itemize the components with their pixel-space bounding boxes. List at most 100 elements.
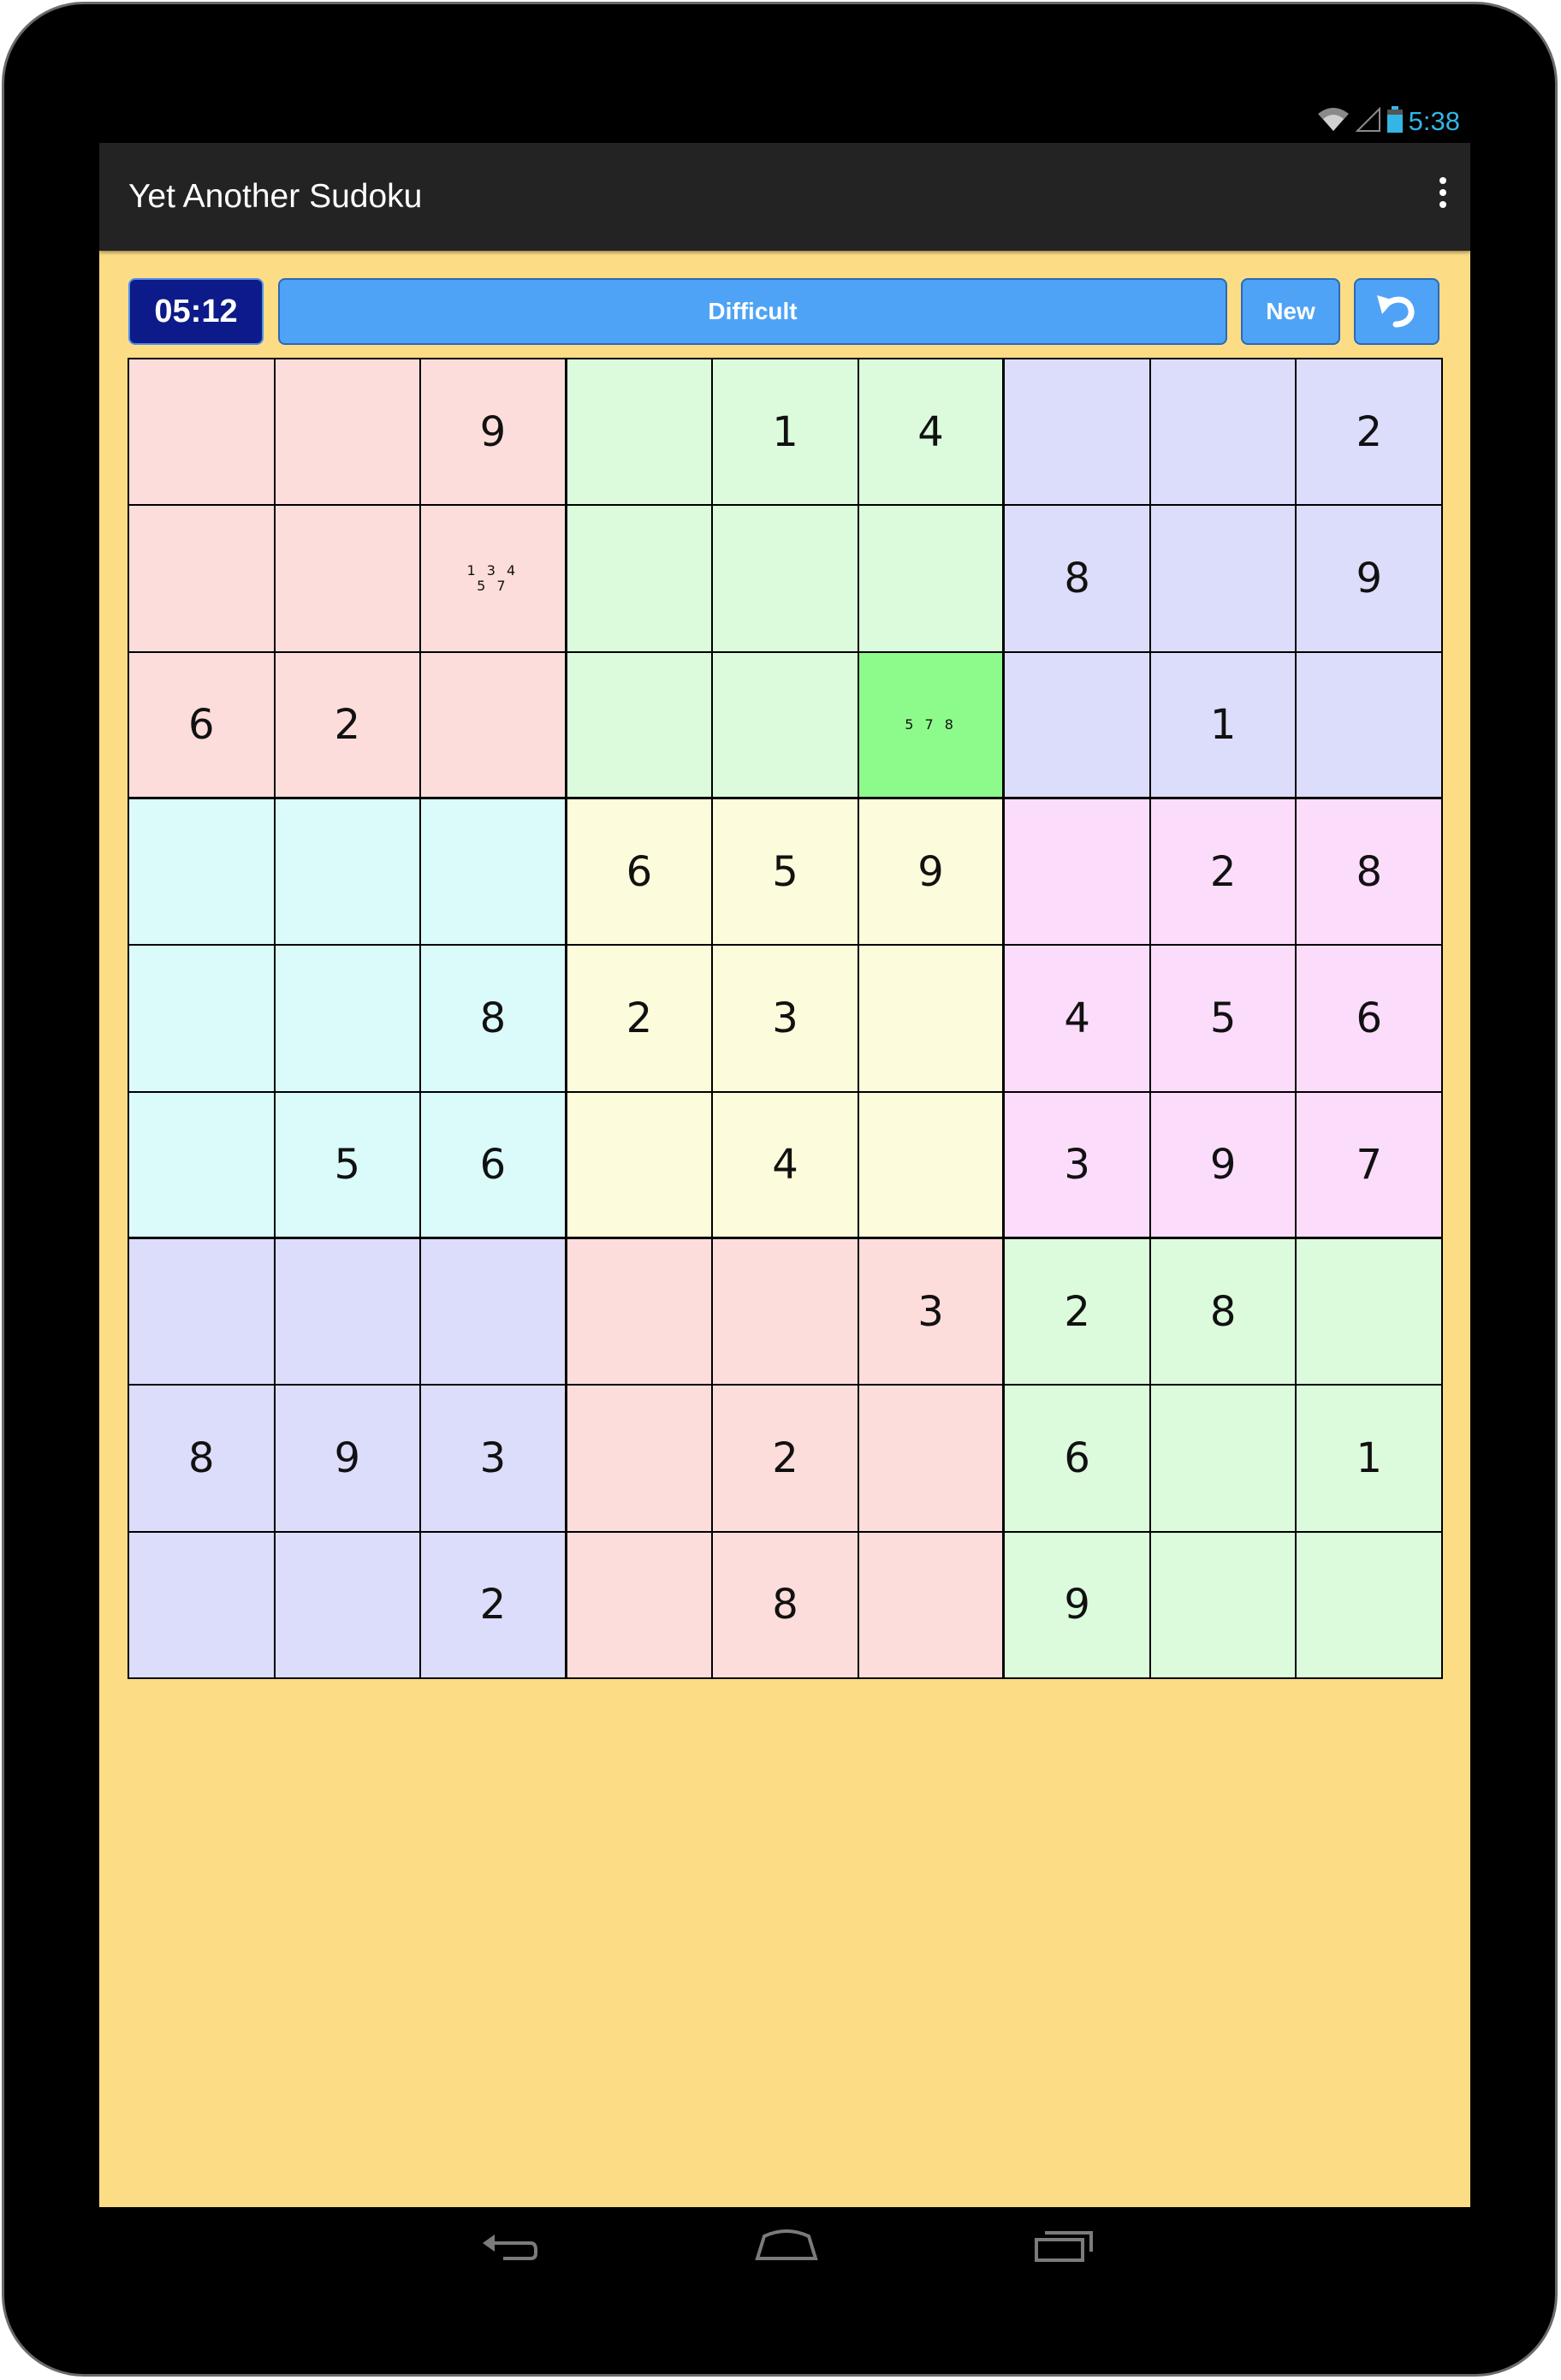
home-icon[interactable] (754, 2224, 819, 2271)
sudoku-cell[interactable]: 1 (712, 359, 858, 506)
sudoku-cell[interactable]: 8 (712, 1531, 858, 1678)
sudoku-cell[interactable]: 6 (128, 651, 275, 798)
sudoku-cell[interactable] (566, 1091, 713, 1238)
sudoku-cell[interactable] (858, 1091, 1005, 1238)
sudoku-cell[interactable]: 3 (712, 945, 858, 1092)
sudoku-cell[interactable] (274, 1237, 421, 1386)
sudoku-cell[interactable] (1149, 1385, 1297, 1532)
sudoku-cell[interactable]: 8 (1149, 1237, 1297, 1386)
sudoku-cell[interactable] (128, 798, 275, 946)
sudoku-cell[interactable]: 8 (128, 1385, 275, 1532)
new-game-button[interactable]: New (1241, 278, 1340, 345)
sudoku-cell[interactable] (566, 1531, 713, 1678)
sudoku-cell[interactable]: 2 (1296, 359, 1442, 506)
cell-value: 8 (1064, 554, 1090, 602)
sudoku-cell[interactable]: 1 (1296, 1385, 1442, 1532)
sudoku-cell[interactable] (1149, 1531, 1297, 1678)
sudoku-cell[interactable]: 3 (1004, 1091, 1150, 1238)
sudoku-cell[interactable] (128, 945, 275, 1092)
back-arrow-icon[interactable] (479, 2224, 539, 2271)
sudoku-cell[interactable]: 4 (858, 359, 1005, 506)
sudoku-cell[interactable]: 7 (1296, 1091, 1442, 1238)
sudoku-cell[interactable]: 8 (420, 945, 567, 1092)
undo-button[interactable] (1354, 278, 1439, 345)
difficulty-button[interactable]: Difficult (278, 278, 1227, 345)
sudoku-cell[interactable] (858, 1385, 1005, 1532)
sudoku-cell[interactable] (712, 651, 858, 798)
sudoku-cell[interactable] (128, 1531, 275, 1678)
sudoku-cell[interactable] (566, 651, 713, 798)
sudoku-cell[interactable] (128, 1237, 275, 1386)
sudoku-cell[interactable]: 1 (1149, 651, 1297, 798)
sudoku-cell[interactable]: 2 (566, 945, 713, 1092)
sudoku-cell[interactable] (1004, 798, 1150, 946)
cell-value: 3 (1064, 1140, 1090, 1189)
sudoku-cell[interactable] (274, 798, 421, 946)
sudoku-cell[interactable]: 9 (1004, 1531, 1150, 1678)
sudoku-cell[interactable]: 9 (858, 798, 1005, 946)
sudoku-cell[interactable] (1149, 505, 1297, 652)
sudoku-cell[interactable]: 8 (1004, 505, 1150, 652)
sudoku-cell[interactable] (274, 945, 421, 1092)
sudoku-cell[interactable] (1296, 1531, 1442, 1678)
sudoku-cell[interactable]: 9 (420, 359, 567, 506)
sudoku-cell[interactable]: 2 (712, 1385, 858, 1532)
recent-apps-icon[interactable] (1033, 2224, 1098, 2271)
sudoku-cell[interactable]: 4 (712, 1091, 858, 1238)
timer-display: 05:12 (128, 278, 264, 345)
sudoku-cell[interactable] (858, 945, 1005, 1092)
sudoku-cell[interactable] (128, 1091, 275, 1238)
sudoku-cell[interactable] (1004, 359, 1150, 506)
sudoku-cell[interactable] (712, 505, 858, 652)
sudoku-cell[interactable]: 9 (1149, 1091, 1297, 1238)
overflow-menu-icon[interactable] (1434, 174, 1451, 220)
sudoku-cell[interactable]: 6 (566, 798, 713, 946)
sudoku-cell[interactable] (274, 1531, 421, 1678)
sudoku-cell[interactable] (566, 359, 713, 506)
sudoku-cell[interactable] (420, 1237, 567, 1386)
sudoku-cell[interactable]: 5 (1149, 945, 1297, 1092)
sudoku-cell[interactable] (420, 798, 567, 946)
sudoku-cell[interactable]: 5 (274, 1091, 421, 1238)
sudoku-cell[interactable]: 5 7 8 (858, 651, 1005, 798)
sudoku-cell[interactable]: 3 (858, 1237, 1005, 1386)
sudoku-cell[interactable]: 2 (420, 1531, 567, 1678)
cell-value: 6 (1064, 1433, 1090, 1482)
sudoku-cell[interactable]: 9 (1296, 505, 1442, 652)
sudoku-cell[interactable] (420, 651, 567, 798)
sudoku-cell[interactable] (566, 1385, 713, 1532)
sudoku-cell[interactable]: 3 (420, 1385, 567, 1532)
cell-value: 2 (1356, 407, 1382, 456)
cell-value: 6 (1356, 994, 1382, 1042)
sudoku-grid: 9 1 4 2 1 3 4 5 7 8 9 6 2 5 7 8 1 6 5 9 2 8 8 2 3 4 5 6 5 6 4 3 9 7… (128, 358, 1443, 1679)
sudoku-cell[interactable]: 6 (1296, 945, 1442, 1092)
sudoku-cell[interactable]: 2 (1149, 798, 1297, 946)
sudoku-cell[interactable] (1296, 1237, 1442, 1386)
sudoku-cell[interactable]: 6 (420, 1091, 567, 1238)
sudoku-cell[interactable] (274, 359, 421, 506)
sudoku-cell[interactable]: 2 (274, 651, 421, 798)
sudoku-cell[interactable]: 9 (274, 1385, 421, 1532)
sudoku-cell[interactable] (274, 505, 421, 652)
sudoku-cell[interactable]: 4 (1004, 945, 1150, 1092)
cell-value: 6 (626, 847, 653, 896)
sudoku-cell[interactable] (566, 505, 713, 652)
sudoku-cell[interactable] (1004, 651, 1150, 798)
cell-value: 8 (479, 994, 507, 1042)
sudoku-cell[interactable] (1149, 359, 1297, 506)
sudoku-cell[interactable]: 8 (1296, 798, 1442, 946)
sudoku-cell[interactable] (858, 1531, 1005, 1678)
sudoku-cell[interactable]: 1 3 4 5 7 (420, 505, 567, 652)
sudoku-cell[interactable] (566, 1237, 713, 1386)
sudoku-cell[interactable]: 5 (712, 798, 858, 946)
sudoku-cell[interactable] (128, 505, 275, 652)
sudoku-cell[interactable] (1296, 651, 1442, 798)
sudoku-cell[interactable]: 2 (1004, 1237, 1150, 1386)
cell-value: 9 (1356, 554, 1382, 602)
sudoku-cell[interactable]: 6 (1004, 1385, 1150, 1532)
sudoku-cell[interactable] (858, 505, 1005, 652)
cell-value: 2 (626, 994, 653, 1042)
sudoku-cell[interactable] (712, 1237, 858, 1386)
sudoku-cell[interactable] (128, 359, 275, 506)
cell-value: 3 (772, 994, 798, 1042)
